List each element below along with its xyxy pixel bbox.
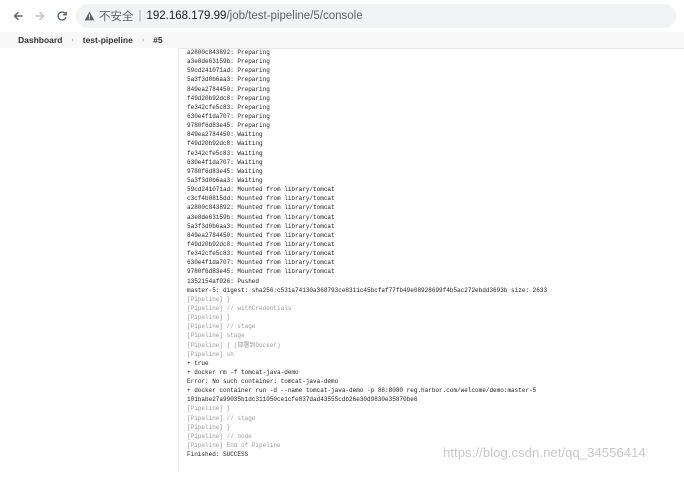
url-path[interactable]: /job/test-pipeline/5/console (226, 10, 362, 22)
console-line: a3e8de63159b: Preparing (187, 58, 270, 66)
console-line: 101babe27a99035b1dc311050ce1cfe837dad435… (187, 396, 418, 404)
chevron-right-icon: › (141, 36, 145, 44)
console-line: f49d20b92dc8: Waiting (187, 140, 263, 148)
console-line: 630e4f1da707: Preparing (187, 112, 270, 120)
warning-icon[interactable] (84, 11, 95, 21)
arrow-left-icon (13, 11, 23, 21)
console-line: [Pipeline] stage (187, 332, 245, 340)
console-line: 9780f6d83e45: Preparing (187, 122, 270, 130)
arrow-right-icon (35, 11, 45, 21)
browser-toolbar: 不安全 | 192.168.179.99 /job/test-pipeline/… (0, 0, 684, 32)
console-line: + true (187, 359, 209, 367)
console-line: [Pipeline] // stage (187, 414, 256, 422)
console-line: [Pipeline] sh (187, 350, 234, 358)
console-line: fe342cfe5c83: Waiting (187, 149, 263, 157)
console-line: 5a3f3d0b6aa3: Waiting (187, 176, 263, 184)
url-separator: | (138, 10, 142, 22)
console-line: 9780f6d83e45: Waiting (187, 167, 263, 175)
console-line: [Pipeline] } (187, 314, 231, 322)
console-output: a2800c843892: Preparing a3e8de63159b: Pre… (187, 48, 677, 459)
console-line: f49d20b92dc8: Mounted from library/tomca… (187, 240, 335, 248)
console-line: fe342cfe5c83: Preparing (187, 103, 270, 111)
console-line: fe342cfe5c83: Mounted from library/tomca… (187, 250, 335, 258)
watermark: https://blog.csdn.net/qq_34556414 (443, 445, 646, 460)
console-line: 630e4f1da707: Waiting (187, 158, 263, 166)
console-line: a2800c843892: Mounted from library/tomca… (187, 204, 335, 212)
console-line: [Pipeline] } (187, 295, 231, 303)
console-line: + docker rm -f tomcat-java-demo (187, 368, 299, 376)
console-line: 5a3f3d0b6aa3: Mounted from library/tomca… (187, 222, 335, 230)
console-line: [Pipeline] } (187, 405, 231, 413)
console-line: [Pipeline] // stage (187, 323, 256, 331)
address-bar[interactable]: 不安全 | 192.168.179.99 /job/test-pipeline/… (76, 4, 676, 28)
breadcrumb-job[interactable]: test-pipeline (83, 35, 133, 45)
console-line: Error: No such container: tomcat-java-de… (187, 378, 339, 386)
console-line: [Pipeline] // withCredentials (187, 304, 292, 312)
reload-icon (57, 11, 67, 21)
console-line: [Pipeline] } (187, 423, 231, 431)
chevron-right-icon: › (71, 36, 74, 44)
panel-divider (178, 48, 179, 472)
console-line: 849ea2784450: Waiting (187, 131, 263, 139)
console-line: 9780f6d83e45: Mounted from library/tomca… (187, 268, 335, 276)
url-host[interactable]: 192.168.179.99 (147, 10, 227, 22)
console-line: a2800c843892: Preparing (187, 49, 270, 56)
reload-button[interactable] (52, 6, 72, 26)
console-line: 1352154af026: Pushed (187, 277, 260, 285)
forward-button[interactable] (30, 6, 50, 26)
console-line: 849ea2784450: Mounted from library/tomca… (187, 231, 335, 239)
console-line: + docker container run -d --name tomcat-… (187, 387, 537, 395)
console-line: 59cd241071ad: Mounted from library/tomca… (187, 186, 335, 194)
console-line: a3e8de63159b: Mounted from library/tomca… (187, 213, 335, 221)
side-panel (0, 48, 178, 492)
console-line: master-5: digest: sha256:c531a74130a3687… (187, 286, 548, 294)
console-line: 630e4f1da707: Mounted from library/tomca… (187, 259, 335, 267)
console-line: 59cd241071ad: Preparing (187, 67, 270, 75)
console-line: [Pipeline] { (部署到Docker) (187, 341, 281, 349)
console-line: 849ea2784450: Preparing (187, 85, 270, 93)
breadcrumb-build[interactable]: #5 (153, 35, 162, 45)
breadcrumb-dashboard[interactable]: Dashboard (18, 35, 62, 45)
back-button[interactable] (8, 6, 28, 26)
console-line: f49d20b92dc8: Preparing (187, 94, 270, 102)
console-line: c3cf4b0815dd: Mounted from library/tomca… (187, 195, 335, 203)
breadcrumb: Dashboard › test-pipeline › #5 (0, 32, 684, 49)
console-line: 5a3f3d0b6aa3: Preparing (187, 76, 270, 84)
console-line: [Pipeline] // node (187, 432, 252, 440)
not-secure-label[interactable]: 不安全 (99, 8, 134, 24)
